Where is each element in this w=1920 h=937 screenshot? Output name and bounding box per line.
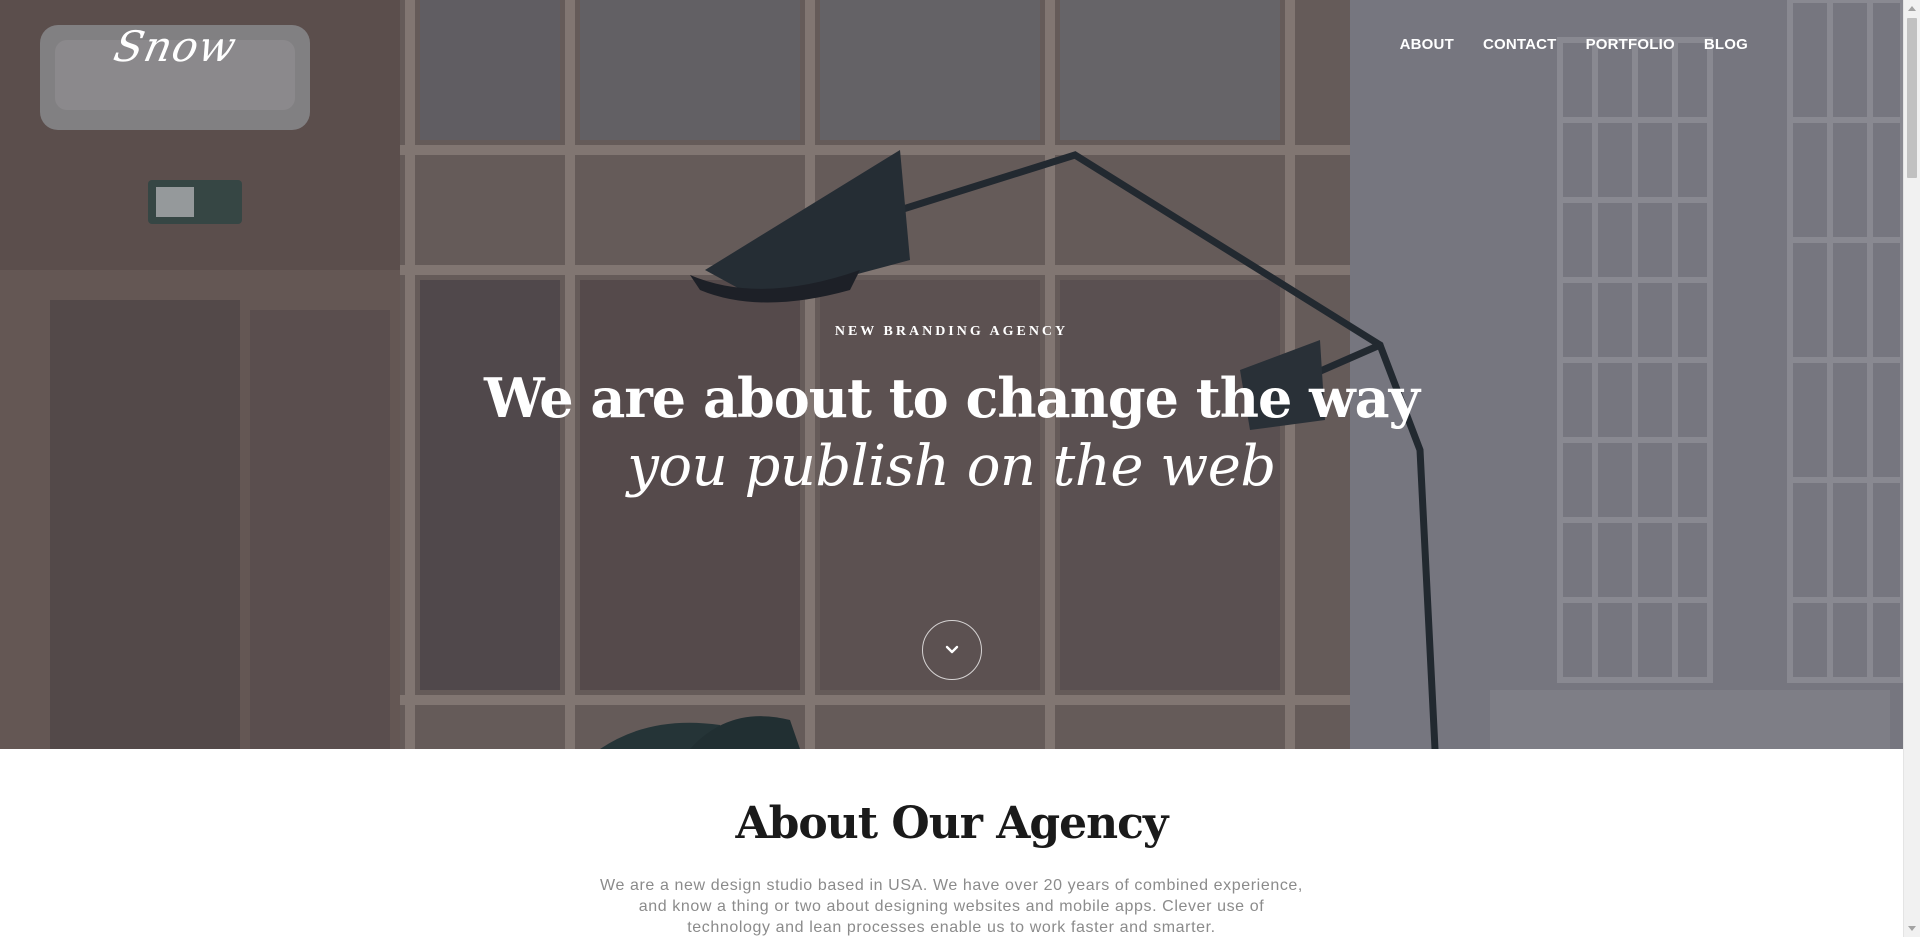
chevron-down-icon: [945, 645, 959, 654]
about-title: About Our Agency: [735, 798, 1169, 849]
page: Snow ABOUT CONTACT PORTFOLIO BLOG NEW BR…: [0, 0, 1920, 937]
scroll-down-arrow-icon[interactable]: [1904, 921, 1920, 937]
about-section: About Our Agency We are a new design stu…: [0, 749, 1903, 937]
page-scrollbar[interactable]: [1903, 0, 1920, 937]
scrollbar-thumb[interactable]: [1907, 18, 1917, 178]
site-logo[interactable]: Snow: [110, 22, 241, 71]
nav-link-contact[interactable]: CONTACT: [1483, 36, 1557, 53]
hero-headline: We are about to change the way: [483, 366, 1420, 430]
hero-subheadline: you publish on the web: [627, 434, 1276, 499]
nav-link-about[interactable]: ABOUT: [1400, 36, 1454, 53]
nav-link-blog[interactable]: BLOG: [1704, 36, 1748, 53]
about-description: We are a new design studio based in USA.…: [576, 875, 1327, 937]
about-line-2: and know a thing or two about designing …: [638, 898, 1265, 915]
hero-eyebrow: NEW BRANDING AGENCY: [834, 324, 1069, 339]
about-line-3: technology and lean processes enable us …: [687, 919, 1216, 936]
nav-link-portfolio[interactable]: PORTFOLIO: [1586, 36, 1675, 53]
scroll-down-button[interactable]: [922, 620, 982, 680]
about-line-1: We are a new design studio based in USA.…: [600, 877, 1303, 894]
main-navigation: ABOUT CONTACT PORTFOLIO BLOG: [1400, 36, 1748, 53]
hero-section: Snow ABOUT CONTACT PORTFOLIO BLOG NEW BR…: [0, 0, 1903, 749]
scroll-up-arrow-icon[interactable]: [1904, 0, 1920, 16]
